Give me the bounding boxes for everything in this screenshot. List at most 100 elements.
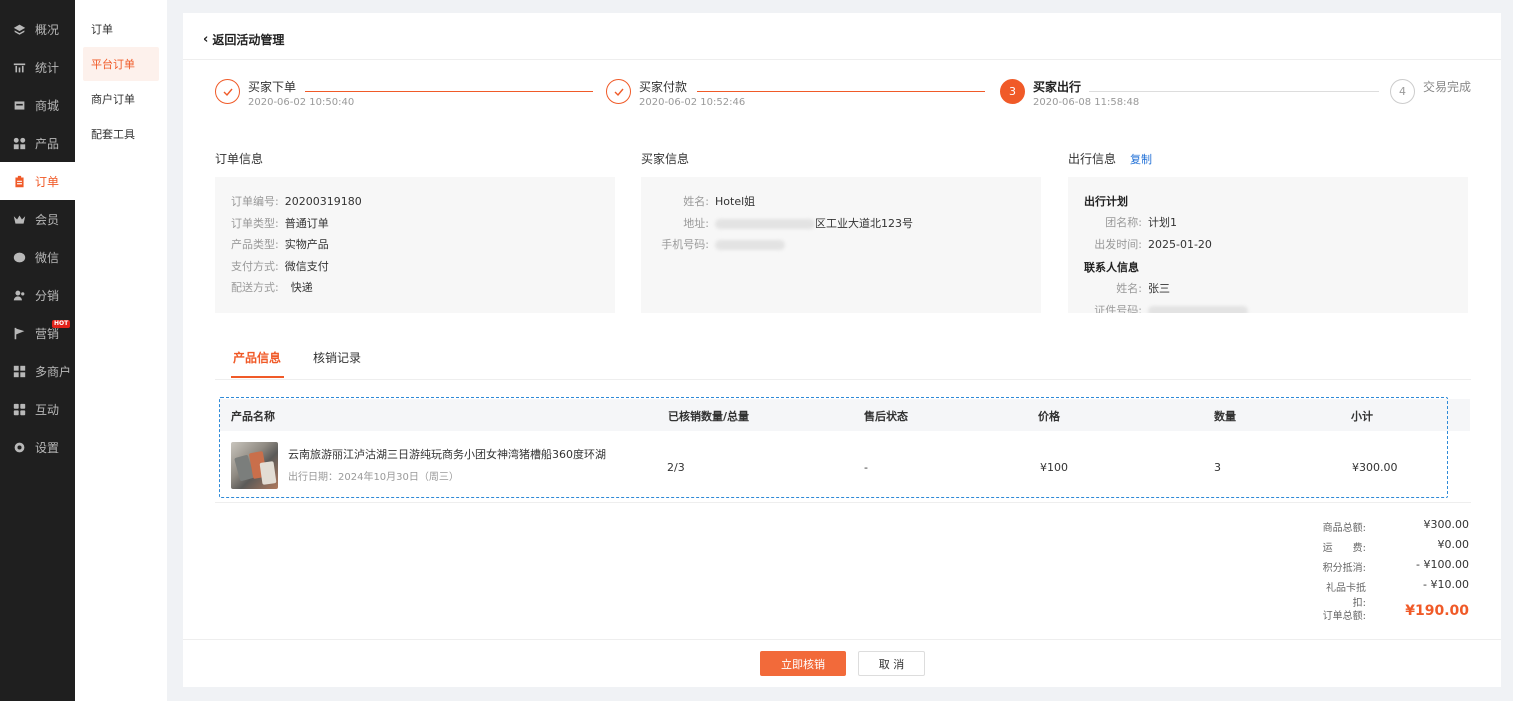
step-2: 买家付款 2020-06-02 10:52:46 (606, 79, 745, 108)
order-detail-card: ‹ 返回活动管理 买家下单 2020-06-02 10:50:40 买家付款 2… (183, 13, 1501, 687)
table-row-highlight (219, 397, 1448, 498)
grid-icon (12, 136, 26, 150)
nav-label: 分销 (35, 288, 60, 303)
nav-item-product[interactable]: 产品 (0, 124, 75, 162)
nav-item-multi-merchant[interactable]: 多商户 (0, 352, 75, 390)
step-title: 交易完成 (1423, 80, 1472, 94)
info-row: 配送方式: 快递 (231, 281, 313, 294)
redacted-text (715, 218, 815, 229)
cancel-button[interactable]: 取 消 (858, 651, 925, 676)
flag-icon (12, 326, 26, 340)
nav-label: 多商户 (35, 364, 72, 379)
total-value: ¥300.00 (1423, 518, 1470, 531)
travel-plan-heading: 出行计划 (1084, 195, 1128, 208)
gear-icon (12, 440, 26, 454)
nav-label: 设置 (35, 440, 60, 455)
nav-label: 订单 (35, 174, 60, 189)
buyer-info-title: 买家信息 (641, 152, 690, 166)
nav-item-mall[interactable]: 商城 (0, 86, 75, 124)
footer-divider (183, 639, 1501, 640)
copy-link[interactable]: 复制 (1130, 153, 1152, 166)
nav-item-member[interactable]: 会员 (0, 200, 75, 238)
giftcard-value: - ¥10.00 (1423, 578, 1469, 591)
order-info-box: 订单编号: 20200319180 订单类型: 普通订单 产品类型: 实物产品 支付方… (215, 177, 615, 313)
tabs-divider (215, 379, 1471, 380)
check-icon (606, 79, 631, 104)
info-row: 姓名: Hotel姐 (683, 195, 756, 208)
step-connector (1089, 91, 1379, 92)
nav-label: 概况 (35, 22, 60, 37)
secondary-nav: 订单 平台订单 商户订单 配套工具 (75, 0, 167, 701)
step-time: 2020-06-02 10:50:40 (248, 97, 355, 108)
chart-icon (12, 60, 26, 74)
step-number: 4 (1390, 79, 1415, 104)
travel-info-title: 出行信息 复制 (1068, 152, 1153, 166)
subnav-item-order[interactable]: 订单 (83, 12, 159, 46)
step-time: 2020-06-08 11:58:48 (1033, 97, 1140, 108)
nav-label: 统计 (35, 60, 60, 75)
nav-item-interaction[interactable]: 互动 (0, 390, 75, 428)
chevron-left-icon: ‹ (203, 32, 209, 47)
step-connector (305, 91, 593, 92)
hot-badge: HOT (52, 320, 71, 328)
nav-label: 微信 (35, 250, 60, 265)
info-row: 订单编号: 20200319180 (231, 195, 362, 208)
step-number: 3 (1000, 79, 1025, 104)
crown-icon (12, 212, 26, 226)
info-row: 证件号码: (1084, 300, 1452, 313)
nav-item-order[interactable]: 订单 (0, 162, 75, 200)
check-icon (215, 79, 240, 104)
nav-item-distribution[interactable]: 分销 (0, 276, 75, 314)
info-row: 团名称: 计划1 (1105, 216, 1177, 229)
subnav-item-platform-order[interactable]: 平台订单 (83, 47, 159, 81)
tab-product-info[interactable]: 产品信息 (233, 349, 281, 366)
nav-item-marketing[interactable]: 营销 HOT (0, 314, 75, 352)
apps-icon (12, 402, 26, 416)
step-1: 买家下单 2020-06-02 10:50:40 (215, 79, 354, 108)
layers-icon (12, 22, 26, 36)
back-link[interactable]: ‹ 返回活动管理 (203, 31, 284, 48)
nav-item-settings[interactable]: 设置 (0, 428, 75, 466)
nav-item-wechat[interactable]: 微信 (0, 238, 75, 276)
nav-item-stats[interactable]: 统计 (0, 48, 75, 86)
verify-now-button[interactable]: 立即核销 (760, 651, 846, 676)
info-row: 产品类型: 实物产品 (231, 238, 329, 251)
order-info-title: 订单信息 (215, 152, 264, 166)
primary-nav: 概况 统计 商城 产品 订单 会员 微信 分销 营销 HOT 多商户 互动 设置 (0, 0, 75, 701)
step-time: 2020-06-02 10:52:46 (639, 97, 746, 108)
info-row: 手机号码: (651, 234, 1025, 256)
points-label: 积分抵消: (1322, 563, 1366, 574)
points-value: - ¥100.00 (1416, 558, 1469, 571)
nav-label: 产品 (35, 136, 60, 151)
subnav-item-merchant-order[interactable]: 商户订单 (83, 82, 159, 116)
giftcard-label: 礼品卡抵扣: (1326, 583, 1366, 609)
table-divider (215, 502, 1471, 503)
wechat-icon (12, 250, 26, 264)
tab-verification-records[interactable]: 核销记录 (313, 349, 361, 366)
nav-label: 商城 (35, 98, 60, 113)
shipping-label: 运 费: (1322, 543, 1366, 554)
info-row: 订单类型: 普通订单 (231, 216, 329, 230)
contact-heading: 联系人信息 (1084, 261, 1139, 274)
redacted-text (715, 240, 785, 250)
nav-item-overview[interactable]: 概况 (0, 10, 75, 48)
active-tab-indicator (231, 376, 284, 378)
grand-total-label: 订单总额: (1322, 611, 1366, 622)
grand-total-value: ¥190.00 (1405, 603, 1469, 619)
users-icon (12, 288, 26, 302)
step-3: 3 买家出行 2020-06-08 11:58:48 (1000, 79, 1139, 108)
redacted-text (1148, 305, 1248, 313)
info-row: 姓名: 张三 (1116, 282, 1170, 295)
info-row: 支付方式: 微信支付 (231, 259, 329, 273)
subnav-item-tools[interactable]: 配套工具 (83, 117, 159, 151)
nav-label: 会员 (35, 212, 60, 227)
shipping-value: ¥0.00 (1437, 538, 1470, 551)
header-divider (183, 59, 1501, 60)
clipboard-icon (12, 174, 26, 188)
step-4: 4 交易完成 (1390, 79, 1471, 104)
back-label: 返回活动管理 (212, 33, 285, 47)
total-label: 商品总额: (1322, 523, 1366, 534)
step-connector (697, 91, 985, 92)
nav-label: 互动 (35, 402, 60, 417)
travel-info-box: 出行计划 团名称: 计划1 出发时间: 2025-01-20 联系人信息 姓名: 张三… (1068, 177, 1468, 313)
